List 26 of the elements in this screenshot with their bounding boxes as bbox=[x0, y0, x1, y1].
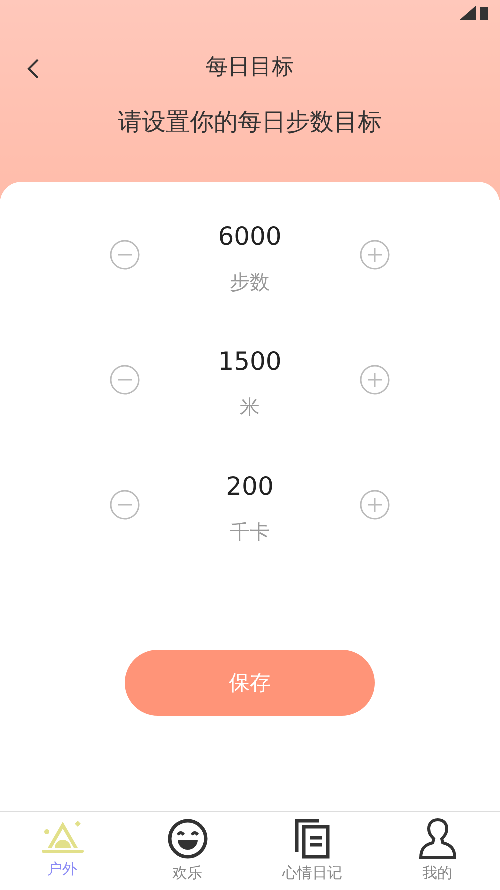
smiley-icon bbox=[166, 818, 208, 860]
plus-icon[interactable] bbox=[360, 490, 390, 520]
person-icon bbox=[418, 818, 456, 860]
page-title: 每日目标 bbox=[206, 54, 294, 82]
document-icon bbox=[294, 818, 332, 860]
goal-unit: 米 bbox=[240, 394, 260, 421]
goal-unit: 步数 bbox=[230, 269, 270, 296]
tab[interactable]: 我的 bbox=[375, 812, 500, 890]
plus-icon[interactable] bbox=[360, 240, 390, 270]
tab[interactable]: 心情日记 bbox=[250, 812, 375, 890]
goal-value: 1500 bbox=[218, 347, 282, 376]
save-button[interactable]: 保存 bbox=[125, 650, 375, 716]
tab[interactable]: 欢乐 bbox=[125, 812, 250, 890]
battery-icon bbox=[480, 6, 488, 20]
tab[interactable]: 户外 bbox=[0, 812, 125, 890]
tent-icon bbox=[42, 818, 84, 856]
instruction-text: 请设置你的每日步数目标 bbox=[118, 107, 382, 138]
goal-value: 6000 bbox=[218, 222, 282, 251]
minus-icon[interactable] bbox=[110, 365, 140, 395]
minus-icon[interactable] bbox=[110, 240, 140, 270]
goal-value: 200 bbox=[226, 472, 274, 501]
goal-unit: 千卡 bbox=[230, 519, 270, 546]
signal-icon bbox=[460, 6, 476, 20]
plus-icon[interactable] bbox=[360, 365, 390, 395]
back-icon[interactable] bbox=[26, 58, 40, 80]
minus-icon[interactable] bbox=[110, 490, 140, 520]
